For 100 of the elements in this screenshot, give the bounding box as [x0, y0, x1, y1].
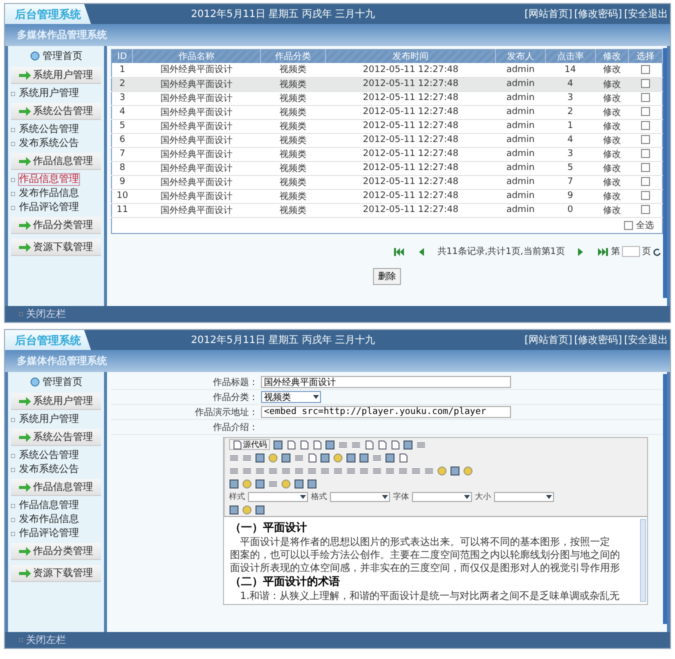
- edit-link[interactable]: 修改: [602, 192, 621, 202]
- menu-group[interactable]: 资源下载管理: [11, 565, 101, 582]
- header-link[interactable]: [安全退出: [624, 333, 668, 347]
- close-sidebar-link[interactable]: 关闭左栏: [26, 307, 66, 321]
- page-icon[interactable]: [232, 440, 242, 450]
- page-number-field[interactable]: [622, 246, 640, 257]
- line-icon[interactable]: [294, 452, 304, 462]
- menu-item[interactable]: 发布作品信息: [18, 187, 80, 200]
- menu-item[interactable]: 系统用户管理: [18, 413, 80, 426]
- first-page-icon[interactable]: [393, 248, 406, 256]
- row-checkbox[interactable]: [640, 121, 650, 130]
- line-icon[interactable]: [229, 452, 239, 462]
- menu-item[interactable]: 发布作品信息: [18, 513, 80, 526]
- menu-group[interactable]: 系统用户管理: [11, 393, 101, 410]
- line-icon[interactable]: [242, 452, 252, 462]
- line-icon[interactable]: [416, 440, 426, 450]
- edit-link[interactable]: 修改: [602, 206, 621, 216]
- square-icon[interactable]: [403, 440, 413, 450]
- source-code-button[interactable]: 源代码: [229, 439, 270, 450]
- line-icon[interactable]: [338, 440, 348, 450]
- edit-link[interactable]: 修改: [602, 80, 621, 90]
- last-page-icon[interactable]: [597, 248, 609, 256]
- row-checkbox[interactable]: [640, 191, 650, 200]
- square-icon[interactable]: [450, 466, 460, 476]
- line-icon[interactable]: [242, 466, 252, 476]
- line-icon[interactable]: [320, 466, 330, 476]
- square-icon[interactable]: [325, 440, 335, 450]
- row-checkbox[interactable]: [640, 93, 650, 102]
- row-checkbox[interactable]: [640, 79, 650, 88]
- home-link[interactable]: 管理首页: [11, 374, 101, 390]
- editor-content-area[interactable]: （一）平面设计 平面设计是将作者的思想以图片的形式表达出来。可以将不同的基本图形，按照一定 图案的，也可以以手绘方法公创作。主要在二度空间范围之内以轮廓线划分图与地之间的 面设计所表现的立体空间感，并非实在的三度空间，而仅仅是图形对人的视觉引导作用形 （二）平面设计的术语 1.和谐：从狭义上理解，和谐的平面设计是统一与对比两者之间不是乏味单调或杂乱无: [224, 516, 647, 604]
- menu-group[interactable]: 资源下载管理: [11, 239, 101, 256]
- text-field[interactable]: 国外经典平面设计: [261, 376, 511, 388]
- close-sidebar-link[interactable]: 关闭左栏: [26, 633, 66, 647]
- scrollbar[interactable]: [640, 519, 646, 602]
- menu-group[interactable]: 作品分类管理: [11, 543, 101, 560]
- home-link[interactable]: 管理首页: [11, 48, 101, 64]
- square-icon[interactable]: [359, 452, 369, 462]
- line-icon[interactable]: [294, 466, 304, 476]
- edit-link[interactable]: 修改: [602, 178, 621, 188]
- menu-group[interactable]: 作品分类管理: [11, 217, 101, 234]
- square-icon[interactable]: [255, 504, 265, 514]
- line-icon[interactable]: [372, 466, 382, 476]
- menu-item[interactable]: 作品信息管理: [18, 173, 80, 186]
- line-icon[interactable]: [398, 466, 408, 476]
- menu-group[interactable]: 作品信息管理: [11, 479, 101, 496]
- header-link[interactable]: [安全退出: [624, 7, 668, 21]
- row-checkbox[interactable]: [640, 64, 650, 74]
- square-icon[interactable]: [281, 452, 291, 462]
- menu-item[interactable]: 发布系统公告: [18, 137, 80, 150]
- row-checkbox[interactable]: [640, 107, 650, 116]
- edit-link[interactable]: 修改: [602, 94, 621, 104]
- edit-link[interactable]: 修改: [602, 164, 621, 174]
- header-link[interactable]: [修改密码]: [574, 333, 622, 347]
- line-icon[interactable]: [359, 466, 369, 476]
- row-checkbox[interactable]: [640, 149, 650, 158]
- menu-item[interactable]: 作品评论管理: [18, 527, 80, 540]
- line-icon[interactable]: [333, 466, 343, 476]
- select-all-checkbox[interactable]: [624, 220, 633, 230]
- line-icon[interactable]: [424, 466, 434, 476]
- edit-link[interactable]: 修改: [602, 150, 621, 160]
- square-icon[interactable]: [307, 478, 317, 488]
- square-icon[interactable]: [273, 440, 283, 450]
- scrollbar[interactable]: [663, 374, 667, 624]
- format-dropdown[interactable]: [412, 492, 472, 502]
- format-dropdown[interactable]: [494, 492, 554, 502]
- menu-item[interactable]: 系统公告管理: [18, 449, 80, 462]
- menu-group[interactable]: 作品信息管理: [11, 153, 101, 170]
- square-icon[interactable]: [294, 478, 304, 488]
- menu-group[interactable]: 系统公告管理: [11, 103, 101, 120]
- square-icon[interactable]: [320, 452, 330, 462]
- format-dropdown[interactable]: [330, 492, 390, 502]
- header-link[interactable]: [网站首页]: [524, 333, 572, 347]
- menu-item[interactable]: 作品信息管理: [18, 499, 80, 512]
- menu-item[interactable]: 系统用户管理: [18, 87, 80, 100]
- line-icon[interactable]: [255, 466, 265, 476]
- square-icon[interactable]: [229, 504, 239, 514]
- row-checkbox[interactable]: [640, 135, 650, 144]
- scrollbar[interactable]: [663, 48, 667, 298]
- edit-link[interactable]: 修改: [602, 136, 621, 146]
- row-checkbox[interactable]: [640, 177, 650, 186]
- line-icon[interactable]: [229, 466, 239, 476]
- menu-item[interactable]: 发布系统公告: [18, 463, 80, 476]
- row-checkbox[interactable]: [640, 163, 650, 172]
- text-field[interactable]: <embed src=http://player.youku.com/player: [261, 406, 511, 418]
- square-icon[interactable]: [385, 452, 395, 462]
- header-link[interactable]: [网站首页]: [524, 7, 572, 21]
- line-icon[interactable]: [385, 466, 395, 476]
- square-icon[interactable]: [255, 478, 265, 488]
- line-icon[interactable]: [372, 452, 382, 462]
- line-icon[interactable]: [351, 440, 361, 450]
- menu-item[interactable]: 作品评论管理: [18, 201, 80, 214]
- menu-group[interactable]: 系统公告管理: [11, 429, 101, 446]
- line-icon[interactable]: [307, 466, 317, 476]
- menu-item[interactable]: 系统公告管理: [18, 123, 80, 136]
- line-icon[interactable]: [268, 466, 278, 476]
- line-icon[interactable]: [411, 466, 421, 476]
- row-checkbox[interactable]: [640, 205, 650, 214]
- edit-link[interactable]: 修改: [602, 108, 621, 118]
- edit-link[interactable]: 修改: [602, 122, 621, 132]
